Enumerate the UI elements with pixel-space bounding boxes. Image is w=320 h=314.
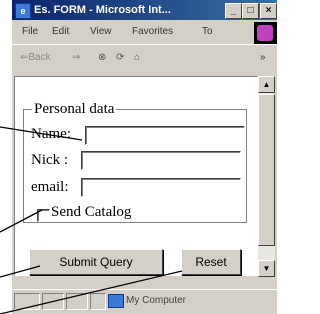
name-field[interactable] (85, 126, 245, 145)
nick-label: Nick : (31, 152, 69, 168)
ie-icon: e (15, 3, 31, 19)
status-pane (66, 293, 88, 310)
window-title: Es. FORM - Microsoft Int... (34, 4, 171, 16)
home-icon[interactable]: ⌂ (134, 52, 140, 63)
maximize-button[interactable]: □ (242, 3, 259, 19)
browser-window: e Es. FORM - Microsoft Int... _ □ × File… (12, 0, 277, 314)
refresh-icon[interactable]: ⟳ (116, 52, 124, 63)
menu-file[interactable]: File (22, 26, 38, 37)
status-zone: My Computer (126, 295, 187, 306)
menu-tools[interactable]: To (202, 26, 213, 37)
close-button[interactable]: × (260, 3, 277, 19)
forward-button[interactable]: ⇒ (72, 52, 80, 63)
status-pane (42, 293, 64, 310)
scroll-up-icon[interactable]: ▲ (258, 76, 275, 93)
my-computer-icon (108, 294, 124, 308)
menu-view[interactable]: View (90, 26, 112, 37)
page-content: Personal data Name: Nick : email: Send C… (14, 76, 258, 276)
email-field[interactable] (81, 178, 241, 197)
send-catalog-label: Send Catalog (51, 204, 132, 220)
scroll-down-icon[interactable]: ▼ (258, 260, 275, 277)
name-label: Name: (31, 126, 71, 142)
submit-button[interactable]: Submit Query (29, 249, 163, 275)
send-catalog-checkbox[interactable] (37, 209, 50, 222)
status-bar: My Computer (12, 289, 277, 312)
stop-icon[interactable]: ⊗ (98, 52, 106, 63)
menu-favorites[interactable]: Favorites (132, 26, 173, 37)
vertical-scrollbar[interactable]: ▲ ▼ (258, 76, 275, 277)
fieldset-legend: Personal data (32, 101, 117, 118)
toolbar-chevron-icon[interactable]: » (260, 52, 266, 63)
minimize-button[interactable]: _ (225, 3, 242, 19)
scroll-thumb[interactable] (258, 94, 275, 246)
toolbar: ⇐Back ⇒ ⊗ ⟳ ⌂ » (12, 44, 277, 73)
back-button[interactable]: ⇐Back (20, 52, 51, 63)
menu-bar: File Edit View Favorites To (12, 20, 277, 44)
title-bar[interactable]: e Es. FORM - Microsoft Int... _ □ × (12, 0, 277, 20)
menu-edit[interactable]: Edit (52, 26, 69, 37)
windows-logo (254, 22, 277, 44)
reset-button[interactable]: Reset (181, 249, 241, 275)
email-label: email: (31, 179, 69, 195)
status-pane-icon (14, 293, 40, 310)
status-pane (90, 293, 106, 310)
nick-field[interactable] (81, 151, 241, 170)
